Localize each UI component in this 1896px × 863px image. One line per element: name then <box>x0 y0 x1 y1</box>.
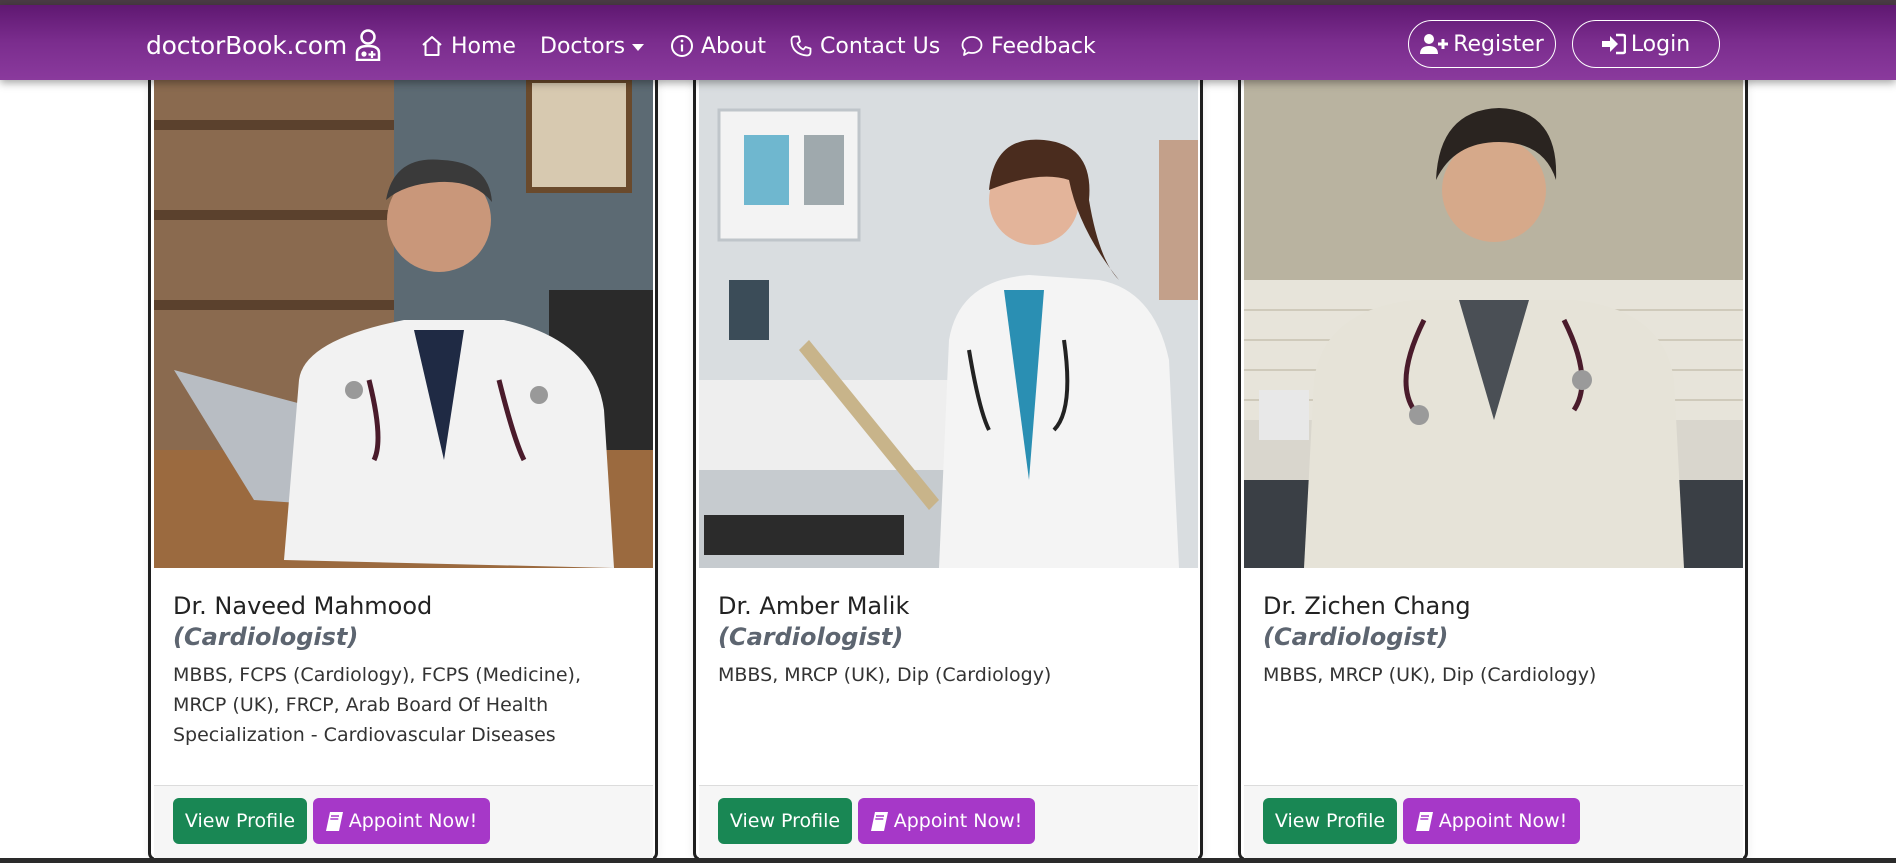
doctor-qualifications: MBBS, FCPS (Cardiology), FCPS (Medicine)… <box>173 664 581 746</box>
appoint-label: Appoint Now! <box>348 810 478 832</box>
login-icon <box>1601 33 1626 55</box>
card-footer: View Profile Appoint Now! <box>154 785 653 858</box>
doctor-name: Dr. Naveed Mahmood <box>173 592 433 620</box>
home-icon <box>422 36 442 56</box>
appoint-label: Appoint Now! <box>1438 810 1568 832</box>
nav-contact-label: Contact Us <box>820 33 941 59</box>
nav-about-label: About <box>701 33 767 59</box>
doctor-card: Dr. Amber Malik (Cardiologist) MBBS, MRC… <box>693 60 1203 861</box>
nav-feedback[interactable]: Feedback <box>960 29 1096 63</box>
register-label: Register <box>1453 31 1544 57</box>
doctor-qualifications: MBBS, MRCP (UK), Dip (Cardiology) <box>718 664 1052 686</box>
brand-name: doctorBook.com <box>146 30 348 60</box>
doctor-photo <box>1244 80 1743 568</box>
doctor-icon <box>355 29 381 61</box>
book-icon <box>870 811 888 831</box>
chevron-down-icon <box>632 44 645 51</box>
doctor-photo <box>699 80 1198 568</box>
nav-home[interactable]: Home <box>420 29 516 63</box>
register-button[interactable]: Register <box>1408 20 1556 68</box>
view-profile-button[interactable]: View Profile <box>718 798 852 844</box>
login-label: Login <box>1630 31 1691 57</box>
card-footer: View Profile Appoint Now! <box>699 785 1198 858</box>
doctor-qualifications: MBBS, MRCP (UK), Dip (Cardiology) <box>1263 664 1597 686</box>
view-profile-button[interactable]: View Profile <box>1263 798 1397 844</box>
navbar: doctorBook.com Home Doctors About Contac… <box>0 5 1896 80</box>
login-button[interactable]: Login <box>1572 20 1720 68</box>
appoint-now-button[interactable]: Appoint Now! <box>313 798 490 844</box>
chat-icon <box>961 36 983 56</box>
info-icon <box>671 35 693 57</box>
doctor-card: Dr. Naveed Mahmood (Cardiologist) MBBS, … <box>148 60 658 861</box>
card-footer: View Profile Appoint Now! <box>1244 785 1743 858</box>
phone-icon <box>790 35 812 57</box>
user-plus-icon <box>1420 34 1449 54</box>
nav-doctors-label: Doctors <box>540 33 626 59</box>
doctor-photo <box>154 80 653 568</box>
nav-home-label: Home <box>451 33 516 59</box>
appoint-label: Appoint Now! <box>893 810 1023 832</box>
appoint-now-button[interactable]: Appoint Now! <box>858 798 1035 844</box>
brand-logo[interactable]: doctorBook.com <box>146 28 381 62</box>
nav-doctors-dropdown[interactable]: Doctors <box>540 29 645 63</box>
book-icon <box>325 811 343 831</box>
bottom-border <box>0 858 1896 863</box>
doctor-specialty: (Cardiologist) <box>1263 623 1449 651</box>
appoint-now-button[interactable]: Appoint Now! <box>1403 798 1580 844</box>
doctor-specialty: (Cardiologist) <box>718 623 904 651</box>
nav-contact[interactable]: Contact Us <box>789 29 940 63</box>
book-icon <box>1415 811 1433 831</box>
nav-about[interactable]: About <box>670 29 766 63</box>
doctor-name: Dr. Amber Malik <box>718 592 910 620</box>
doctor-specialty: (Cardiologist) <box>173 623 359 651</box>
doctor-card: Dr. Zichen Chang (Cardiologist) MBBS, MR… <box>1238 60 1748 861</box>
doctor-name: Dr. Zichen Chang <box>1263 592 1471 620</box>
nav-feedback-label: Feedback <box>991 33 1096 59</box>
view-profile-button[interactable]: View Profile <box>173 798 307 844</box>
